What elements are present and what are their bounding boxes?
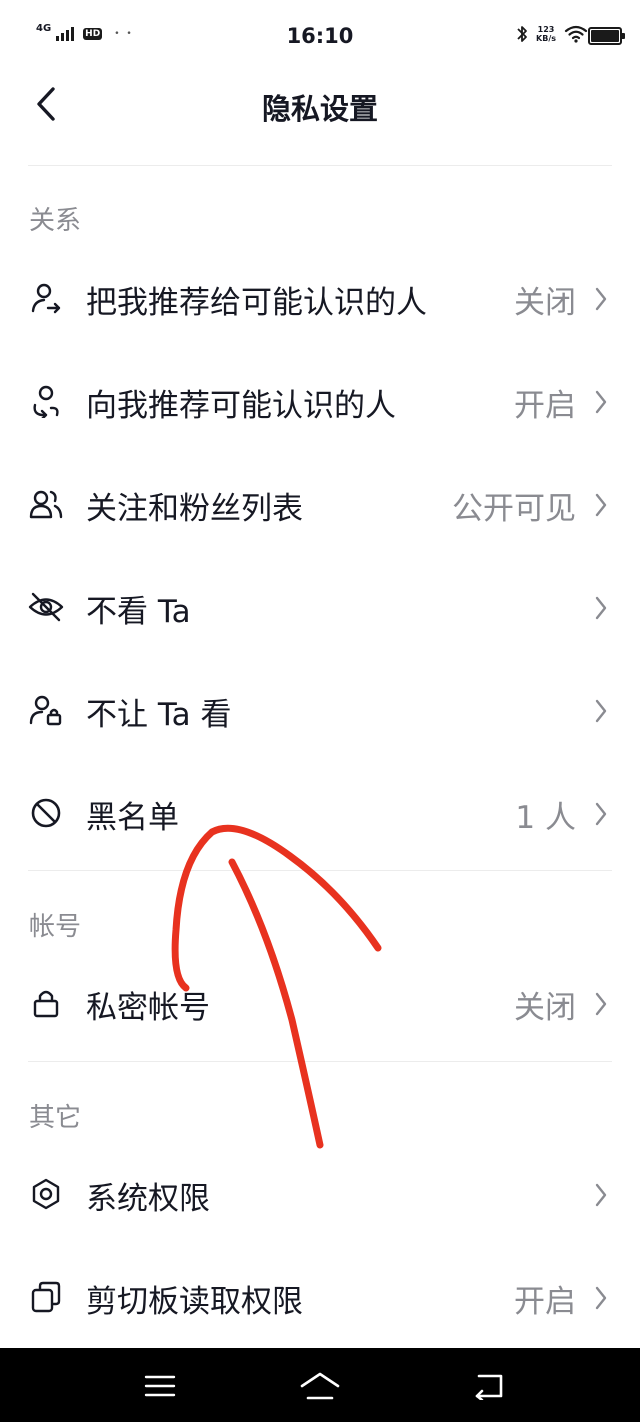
row-label: 私密帐号 <box>86 990 210 1026</box>
chevron-right-icon <box>595 1286 607 1310</box>
row-clipboard-permission[interactable]: 剪切板读取权限 开启 <box>0 1249 640 1345</box>
row-label: 关注和粉丝列表 <box>86 491 303 527</box>
chevron-right-icon <box>595 699 607 723</box>
row-value: 公开可见 <box>452 491 576 527</box>
row-recommend-me-to-others[interactable]: 把我推荐给可能认识的人 关闭 <box>0 250 640 346</box>
net-speed-unit: KB/s <box>536 34 556 43</box>
row-value: 关闭 <box>514 285 576 321</box>
menu-icon <box>144 1375 176 1397</box>
nav-header: 隐私设置 <box>0 72 640 166</box>
net-speed: 123 KB/s <box>536 25 556 43</box>
row-system-permissions[interactable]: 系统权限 <box>0 1146 640 1242</box>
people-icon <box>28 486 64 522</box>
chevron-right-icon <box>595 287 607 311</box>
row-label: 不看 Ta <box>86 594 191 630</box>
chevron-right-icon <box>595 493 607 517</box>
eye-off-icon <box>28 589 64 625</box>
home-button[interactable] <box>290 1366 350 1406</box>
chevron-right-icon <box>595 596 607 620</box>
row-blacklist[interactable]: 黑名单 1 人 <box>0 765 640 861</box>
row-label: 把我推荐给可能认识的人 <box>86 285 427 321</box>
chevron-right-icon <box>595 390 607 414</box>
block-icon <box>28 795 64 831</box>
clipboard-icon <box>28 1279 64 1315</box>
row-value: 1 人 <box>515 800 576 836</box>
status-bar: 4G HD • • 16:10 123 KB/s <box>0 0 640 72</box>
return-icon <box>475 1374 503 1400</box>
wifi-icon <box>564 25 588 43</box>
net-speed-value: 123 <box>537 25 555 34</box>
hexagon-settings-icon <box>28 1176 64 1212</box>
person-lock-icon <box>28 692 64 728</box>
row-follow-fans-list[interactable]: 关注和粉丝列表 公开可见 <box>0 456 640 552</box>
home-icon <box>300 1372 340 1400</box>
chevron-right-icon <box>595 992 607 1016</box>
section-title-other: 其它 <box>29 1103 82 1133</box>
section-title-account: 帐号 <box>29 912 82 942</box>
status-right: 123 KB/s <box>516 24 588 44</box>
row-value: 开启 <box>514 1284 576 1320</box>
row-label: 剪切板读取权限 <box>86 1284 303 1320</box>
person-recommend-icon <box>28 383 64 419</box>
section-title-relationship: 关系 <box>29 206 82 236</box>
row-recommend-to-me[interactable]: 向我推荐可能认识的人 开启 <box>0 353 640 449</box>
row-value: 开启 <box>514 388 576 424</box>
row-label: 系统权限 <box>86 1181 210 1217</box>
row-label: 黑名单 <box>86 800 179 836</box>
page-title: 隐私设置 <box>261 92 378 126</box>
back-system-button[interactable] <box>458 1366 518 1406</box>
row-label: 不让 Ta 看 <box>86 697 232 733</box>
row-dont-see-them[interactable]: 不看 Ta <box>0 559 640 655</box>
row-private-account[interactable]: 私密帐号 关闭 <box>0 955 640 1051</box>
header-divider <box>28 165 612 166</box>
section-divider <box>28 1061 612 1062</box>
bluetooth-icon <box>517 26 527 42</box>
section-divider <box>28 870 612 871</box>
row-value: 关闭 <box>514 990 576 1026</box>
chevron-right-icon <box>595 802 607 826</box>
menu-button[interactable] <box>130 1366 190 1406</box>
system-nav-bar <box>0 1348 640 1422</box>
person-share-icon <box>28 280 64 316</box>
battery-icon <box>588 27 625 45</box>
chevron-right-icon <box>595 1183 607 1207</box>
row-label: 向我推荐可能认识的人 <box>86 388 396 424</box>
lock-icon <box>28 985 64 1021</box>
row-dont-let-them-see[interactable]: 不让 Ta 看 <box>0 662 640 758</box>
